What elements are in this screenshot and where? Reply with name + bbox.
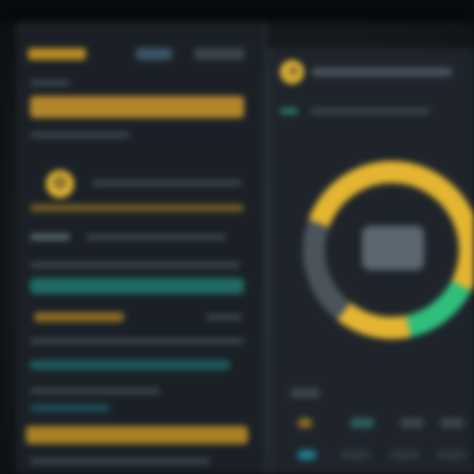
teal-bar[interactable] [30,278,244,294]
panel-title-line [312,68,452,76]
donut-gauge [292,144,474,358]
text-line [86,234,226,240]
right-panel: ◔ [268,48,474,474]
bottom-item[interactable] [298,418,312,428]
gauge-icon: ◔ [280,60,304,84]
text-line [30,458,210,464]
nav-tab-active[interactable] [28,48,86,60]
bottom-item[interactable] [340,450,370,460]
gear-icon[interactable]: ⚙ [46,170,74,198]
left-panel: ⚙ [16,22,266,474]
nav-tab-2[interactable] [136,48,172,60]
bottom-item[interactable] [440,418,464,428]
teal-bar-2[interactable] [30,360,230,370]
dashboard-scene: ⚙ ◔ [0,0,474,474]
text-line [92,180,242,186]
text-line [206,314,242,320]
teal-bar-3[interactable] [30,404,110,412]
nav-tab-3[interactable] [194,48,244,60]
highlight-bar-1[interactable] [30,96,244,118]
text-line [280,108,298,114]
bottom-item[interactable] [298,450,316,460]
panel-header: ◔ [280,58,470,86]
text-line [30,338,244,344]
bottom-item[interactable] [400,418,424,428]
bottom-controls [290,388,470,468]
highlight-bar-4[interactable] [26,426,248,444]
text-line [30,234,70,240]
bottom-item[interactable] [290,388,320,398]
text-line [30,80,70,86]
bottom-item[interactable] [390,450,420,460]
window-top-frame [0,0,474,22]
highlight-bar-2[interactable] [30,204,244,212]
text-line [310,108,430,114]
nav-tabs [16,34,264,74]
highlight-bar-3[interactable] [34,312,124,322]
text-line [30,132,130,138]
text-line [30,262,240,268]
bottom-item[interactable] [350,418,374,428]
gauge-value-box [362,226,424,270]
bottom-item[interactable] [436,450,466,460]
text-line [30,388,160,394]
